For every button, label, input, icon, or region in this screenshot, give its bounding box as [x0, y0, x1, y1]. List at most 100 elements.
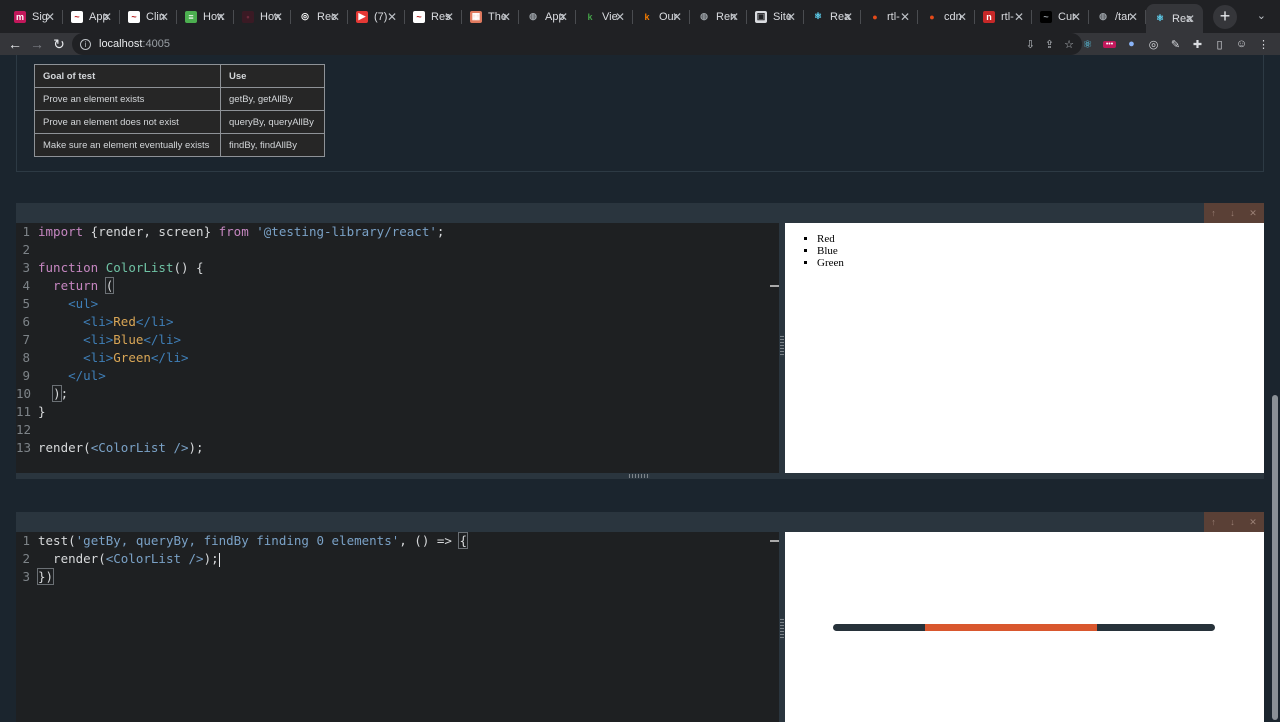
tab-close-icon[interactable]: ✕	[45, 10, 55, 24]
code-token: <li>	[83, 314, 114, 329]
address-bar[interactable]: i localhost:4005 ⇩ ⇪ ☆	[72, 33, 1082, 55]
browser-tab[interactable]: ◍ App ✕	[519, 0, 576, 33]
line-number: 11	[16, 404, 32, 419]
tab-close-icon[interactable]: ✕	[1185, 12, 1195, 26]
code-line: 8 <li>Green</li>	[16, 349, 779, 367]
tab-close-icon[interactable]: ✕	[1128, 10, 1138, 24]
code-editor[interactable]: 1 import {render, screen} from '@testing-…	[16, 223, 779, 473]
forward-button[interactable]: →	[26, 36, 48, 52]
reload-button[interactable]: ↻	[48, 36, 70, 53]
share-icon[interactable]: ⇪	[1045, 38, 1054, 51]
browser-tab[interactable]: ◎ Rec ✕	[291, 0, 348, 33]
tab-search-chevron-icon[interactable]: ⌄	[1257, 9, 1266, 22]
code-line: 1 import {render, screen} from '@testing-…	[16, 223, 779, 241]
code-line: 6 <li>Red</li>	[16, 313, 779, 331]
tab-close-icon[interactable]: ✕	[501, 10, 511, 24]
tab-favicon-icon: n	[983, 10, 995, 23]
browser-tab[interactable]: ● rtl- ✕	[861, 0, 918, 33]
tab-close-icon[interactable]: ✕	[900, 10, 910, 24]
browser-tab[interactable]: ⚛ Rea ✕	[804, 0, 861, 33]
tab-close-icon[interactable]: ✕	[672, 10, 682, 24]
query-guide-card: Goal of test Use Prove an element exists…	[16, 55, 1264, 172]
tab-close-icon[interactable]: ✕	[273, 10, 283, 24]
back-button[interactable]: ←	[4, 36, 26, 52]
tab-close-icon[interactable]: ✕	[957, 10, 967, 24]
bracket-match: {	[458, 532, 468, 549]
line-number: 10	[16, 386, 32, 401]
browser-tab[interactable]: ~ App ✕	[63, 0, 120, 33]
code-token: <ColorList />	[105, 551, 204, 566]
browser-tab[interactable]: ~ Res ✕	[405, 0, 462, 33]
horizontal-resize-handle[interactable]	[16, 473, 1264, 479]
close-icon[interactable]: ✕	[1249, 517, 1257, 528]
tab-close-icon[interactable]: ✕	[444, 10, 454, 24]
code-line: 2 render(<ColorList />);	[16, 550, 779, 568]
tab-close-icon[interactable]: ✕	[330, 10, 340, 24]
browser-tab[interactable]: k Our ✕	[633, 0, 690, 33]
line-number: 8	[22, 350, 30, 365]
table-row: Prove an element exists getBy, getAllBy	[34, 87, 325, 111]
browser-tab[interactable]: ~ Cur ✕	[1032, 0, 1089, 33]
code-token: function	[38, 260, 99, 275]
side-panel-icon[interactable]: ▯	[1213, 38, 1226, 51]
tab-close-icon[interactable]: ✕	[1071, 10, 1081, 24]
code-token: <ul>	[38, 296, 99, 311]
browser-tab[interactable]: ~ Clin ✕	[120, 0, 177, 33]
tab-close-icon[interactable]: ✕	[615, 10, 625, 24]
tab-favicon-icon: ≡	[185, 10, 197, 23]
tab-favicon-icon: ▦	[470, 10, 482, 23]
code-token: , () =>	[399, 533, 460, 548]
code-editor[interactable]: 1 test('getBy, queryBy, findBy finding 0 …	[16, 532, 779, 722]
browser-tab[interactable]: ● cdn ✕	[918, 0, 975, 33]
browser-tab[interactable]: ⚛ Rea ✕	[1146, 4, 1203, 33]
code-line: 4 return (	[16, 277, 779, 295]
tab-close-icon[interactable]: ✕	[387, 10, 397, 24]
move-down-icon[interactable]: ↓	[1230, 208, 1235, 218]
close-icon[interactable]: ✕	[1249, 208, 1257, 219]
browser-tab[interactable]: ▶ (7) ✕	[348, 0, 405, 33]
tab-close-icon[interactable]: ✕	[102, 10, 112, 24]
red-extension-icon[interactable]: •••	[1103, 40, 1116, 48]
react-devtools-extension-icon[interactable]: ⚛	[1081, 38, 1094, 51]
code-line: 11}	[16, 403, 779, 421]
move-up-icon[interactable]: ↑	[1211, 517, 1216, 527]
browser-tab[interactable]: n rtl- ✕	[975, 0, 1032, 33]
code-token: Red	[113, 314, 136, 329]
circle-extension-icon[interactable]: ●	[1125, 38, 1138, 50]
move-up-icon[interactable]: ↑	[1211, 208, 1216, 218]
new-tab-button[interactable]: +	[1213, 4, 1237, 29]
browser-tab[interactable]: • How ✕	[234, 0, 291, 33]
profile-avatar[interactable]: ☺	[1235, 38, 1248, 50]
browser-tab[interactable]: k Vie ✕	[576, 0, 633, 33]
bookmark-star-icon[interactable]: ☆	[1064, 38, 1074, 51]
code-block-header: ↑ ↓ ✕	[16, 203, 1264, 223]
browser-menu-icon[interactable]: ⋮	[1257, 38, 1270, 51]
tab-close-icon[interactable]: ✕	[558, 10, 568, 24]
page-scrollbar[interactable]	[1272, 395, 1278, 720]
tab-close-icon[interactable]: ✕	[843, 10, 853, 24]
code-token: </li>	[143, 332, 182, 347]
line-number: 3	[22, 569, 30, 584]
tab-close-icon[interactable]: ✕	[1014, 10, 1024, 24]
tab-close-icon[interactable]: ✕	[729, 10, 739, 24]
tab-close-icon[interactable]: ✕	[216, 10, 226, 24]
tab-close-icon[interactable]: ✕	[786, 10, 796, 24]
browser-tab[interactable]: ◍ Ren ✕	[690, 0, 747, 33]
code-token: '@testing-library/react'	[248, 224, 437, 239]
browser-tab[interactable]: ≡ How ✕	[177, 0, 234, 33]
tab-close-icon[interactable]: ✕	[159, 10, 169, 24]
extensions-puzzle-icon[interactable]: ✚	[1191, 38, 1204, 51]
browser-tab[interactable]: m Sig ✕	[6, 0, 63, 33]
code-token: render(	[38, 551, 106, 566]
browser-tab[interactable]: ◍/tar ✕	[1089, 0, 1146, 33]
browser-tab[interactable]: ▦ The ✕	[462, 0, 519, 33]
move-down-icon[interactable]: ↓	[1230, 517, 1235, 527]
install-app-icon[interactable]: ⇩	[1026, 38, 1035, 51]
table-cell: Prove an element exists	[34, 87, 221, 111]
eyedropper-extension-icon[interactable]: ✎	[1169, 38, 1182, 51]
code-token: () {	[173, 260, 204, 275]
target-extension-icon[interactable]: ◎	[1147, 38, 1160, 51]
code-token: <ColorList />	[90, 440, 189, 455]
site-info-icon[interactable]: i	[80, 38, 91, 50]
browser-tab[interactable]: ▣ Site ✕	[747, 0, 804, 33]
